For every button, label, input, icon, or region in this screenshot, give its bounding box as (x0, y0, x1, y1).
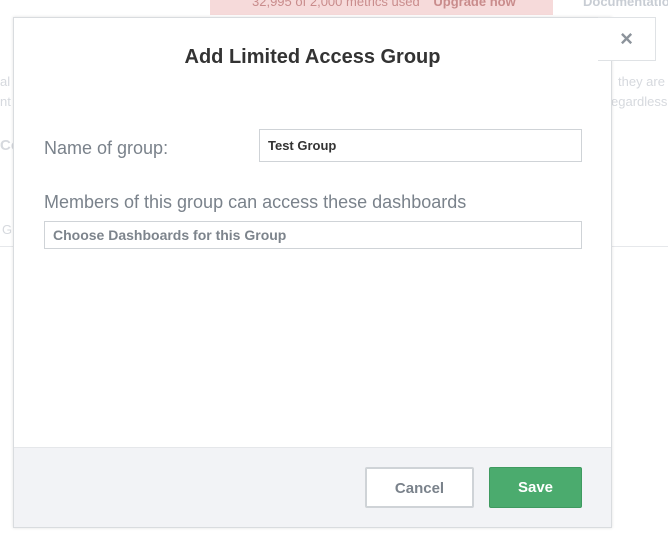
banner-count: 32,995 (252, 0, 292, 9)
save-button[interactable]: Save (489, 467, 582, 508)
add-limited-access-group-dialog: Add Limited Access Group Name of group: … (13, 17, 612, 528)
close-button[interactable]: × (598, 17, 656, 61)
group-name-label: Name of group: (44, 138, 169, 158)
dialog-footer: Cancel Save (14, 447, 611, 527)
dialog-title: Add Limited Access Group (184, 46, 441, 68)
cancel-button[interactable]: Cancel (365, 467, 474, 508)
dashboards-label: Members of this group can access these d… (44, 192, 467, 212)
upgrade-link[interactable]: Upgrade now (433, 0, 515, 9)
background-text-fragment: they are (618, 74, 665, 89)
banner-suffix: metrics used (346, 0, 420, 9)
metrics-usage-banner: 32,995 of 2,000 metrics used Upgrade now (210, 0, 553, 15)
banner-limit: 2,000 (309, 0, 343, 9)
documentation-link[interactable]: Documentation (583, 0, 668, 9)
close-icon: × (620, 26, 633, 51)
background-text-fragment: al (0, 74, 11, 89)
background-text-fragment: egardless (611, 94, 668, 109)
dashboards-chooser-input[interactable] (44, 221, 582, 249)
banner-of: of (295, 0, 307, 9)
background-text-fragment: nt (0, 94, 11, 109)
group-name-input[interactable] (259, 129, 582, 162)
